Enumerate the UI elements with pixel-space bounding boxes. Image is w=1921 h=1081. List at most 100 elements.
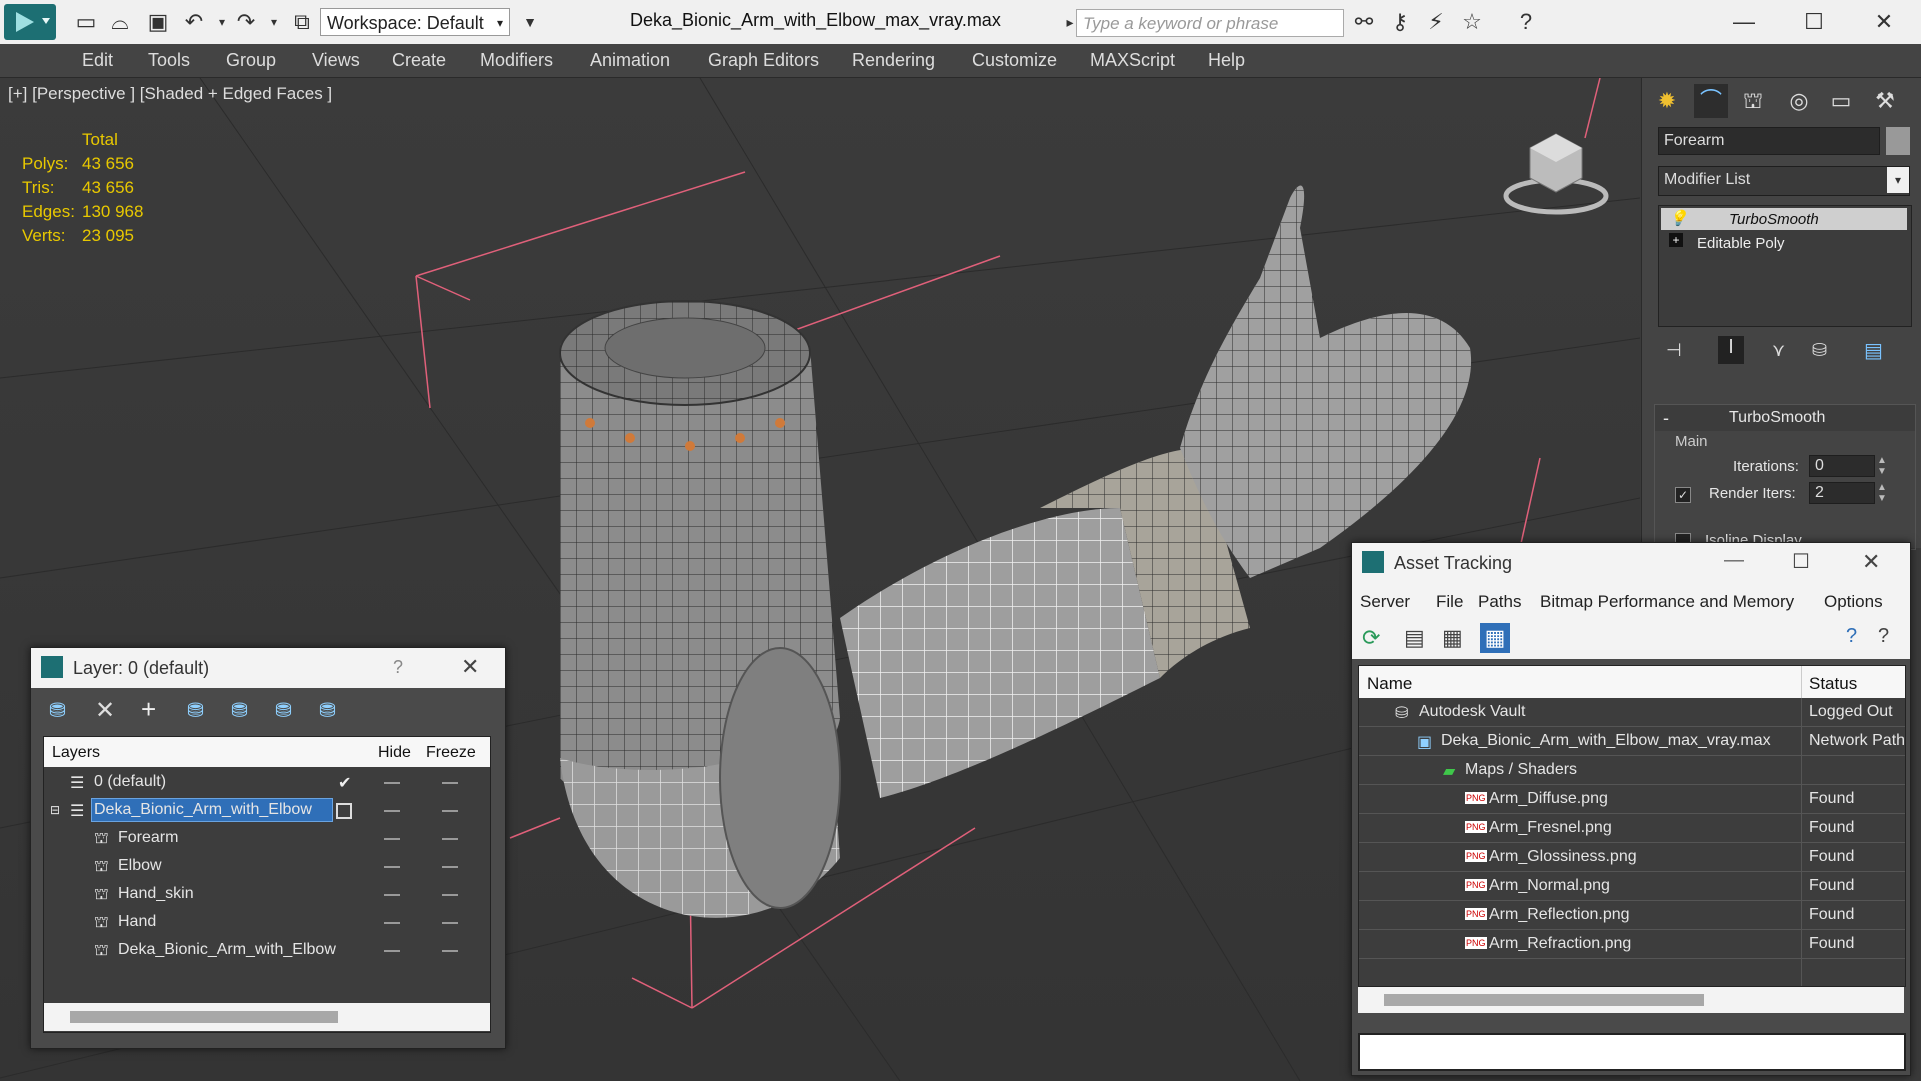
hide-toggle[interactable] — [384, 838, 400, 840]
menu-animation[interactable]: Animation — [590, 50, 670, 71]
menu-create[interactable]: Create — [392, 50, 446, 71]
hide-toggle[interactable] — [384, 782, 400, 784]
select-objects-icon[interactable]: ⛃ — [187, 698, 204, 723]
asset-row[interactable]: ⛁ Autodesk Vault Logged Out — [1359, 698, 1905, 727]
pin-stack-icon[interactable]: ⊣ — [1666, 340, 1682, 361]
spinner-arrows-icon[interactable]: ▲ ▼ — [1877, 482, 1887, 504]
object-name-field[interactable]: Forearm — [1658, 127, 1880, 155]
create-tab-icon[interactable]: ✹ — [1650, 84, 1684, 118]
lightbulb-icon[interactable]: 💡 — [1669, 209, 1688, 227]
freeze-toggle[interactable] — [442, 922, 458, 924]
freeze-toggle[interactable] — [442, 950, 458, 952]
refresh-icon[interactable]: ⟳ — [1362, 625, 1380, 651]
asset-row[interactable]: PNG Arm_Glossiness.png Found — [1359, 843, 1905, 872]
asset-row[interactable]: PNG Arm_Reflection.png Found — [1359, 901, 1905, 930]
asset-dialog-titlebar[interactable]: Asset Tracking — ☐ ✕ — [1352, 543, 1910, 583]
expand-plus-icon[interactable]: + — [1669, 233, 1683, 247]
maximize-icon[interactable]: ☐ — [1792, 549, 1810, 574]
object-color-swatch[interactable] — [1886, 127, 1910, 155]
menu-help[interactable]: Help — [1208, 50, 1245, 71]
collapse-minus-icon[interactable]: ⊟ — [50, 803, 60, 817]
hide-toggle[interactable] — [384, 810, 400, 812]
menu-maxscript[interactable]: MAXScript — [1090, 50, 1175, 71]
column-layers[interactable]: Layers — [52, 744, 100, 762]
help-icon[interactable]: ? — [393, 657, 403, 678]
undo-icon[interactable]: ↶ — [180, 8, 208, 36]
rollout-header[interactable]: - TurboSmooth — [1655, 405, 1915, 431]
layer-row[interactable]: ⊟ ☰ Deka_Bionic_Arm_with_Elbow — [44, 796, 490, 824]
freeze-all-icon[interactable]: ⛃ — [319, 698, 336, 723]
modify-tab-icon[interactable]: ⌒ — [1694, 84, 1728, 118]
layer-row[interactable]: ⛫ Elbow — [44, 852, 490, 880]
column-hide[interactable]: Hide — [378, 744, 411, 762]
menu-server[interactable]: Server — [1360, 592, 1410, 612]
spinner-arrows-icon[interactable]: ▲ ▼ — [1877, 455, 1887, 477]
utilities-tab-icon[interactable]: ⚒ — [1868, 84, 1902, 118]
motion-tab-icon[interactable]: ◎ — [1782, 84, 1816, 118]
workspace-dropdown[interactable]: Workspace: Default ▾ — [320, 8, 510, 36]
favorites-star-icon[interactable]: ☆ — [1458, 8, 1486, 36]
list-view-icon[interactable]: ▤ — [1404, 625, 1425, 651]
hide-toggle[interactable] — [384, 866, 400, 868]
binoculars-icon[interactable]: ⚯ — [1350, 8, 1378, 36]
menu-customize[interactable]: Customize — [972, 50, 1057, 71]
menu-views[interactable]: Views — [312, 50, 360, 71]
remove-modifier-icon[interactable]: ⛁ — [1812, 340, 1827, 361]
hierarchy-tab-icon[interactable]: ⛫ — [1736, 84, 1770, 118]
search-input[interactable]: Type a keyword or phrase — [1076, 9, 1344, 37]
workspace-menu-icon[interactable]: ▼ — [516, 8, 544, 36]
menu-bitmap-performance[interactable]: Bitmap Performance and Memory — [1540, 592, 1794, 612]
menu-paths[interactable]: Paths — [1478, 592, 1521, 612]
current-layer-check-icon[interactable]: ✔ — [338, 773, 351, 793]
redo-dropdown-icon[interactable]: ▾ — [260, 8, 288, 36]
menu-tools[interactable]: Tools — [148, 50, 190, 71]
modifier-stack-item[interactable]: + Editable Poly — [1661, 232, 1907, 254]
menu-rendering[interactable]: Rendering — [852, 50, 935, 71]
column-name[interactable]: Name — [1367, 674, 1412, 694]
add-to-layer-icon[interactable]: + — [141, 694, 156, 725]
asset-row[interactable]: PNG Arm_Fresnel.png Found — [1359, 814, 1905, 843]
table-view-icon[interactable]: ▦ — [1480, 623, 1510, 653]
layer-dialog-titlebar[interactable]: Layer: 0 (default) ? ✕ — [31, 648, 505, 688]
layer-row[interactable]: ⛫ Hand — [44, 908, 490, 936]
column-freeze[interactable]: Freeze — [426, 744, 476, 762]
asset-row[interactable]: PNG Arm_Diffuse.png Found — [1359, 785, 1905, 814]
open-folder-icon[interactable]: ⌓ — [106, 8, 134, 36]
freeze-toggle[interactable] — [442, 866, 458, 868]
configure-sets-icon[interactable]: ▤ — [1864, 338, 1883, 363]
show-end-result-icon[interactable]: Ι — [1718, 336, 1744, 364]
asset-row[interactable]: ▣ Deka_Bionic_Arm_with_Elbow_max_vray.ma… — [1359, 727, 1905, 756]
horizontal-scrollbar[interactable] — [1358, 987, 1904, 1013]
hide-toggle[interactable] — [384, 922, 400, 924]
layer-row[interactable]: ⛫ Deka_Bionic_Arm_with_Elbow — [44, 936, 490, 964]
column-status[interactable]: Status — [1809, 674, 1857, 694]
freeze-toggle[interactable] — [442, 838, 458, 840]
menu-edit[interactable]: Edit — [82, 50, 113, 71]
menu-options[interactable]: Options — [1824, 592, 1883, 612]
scrollbar-thumb[interactable] — [70, 1011, 338, 1023]
render-iters-spinner[interactable]: 2 — [1809, 482, 1875, 504]
freeze-toggle[interactable] — [442, 782, 458, 784]
iterations-spinner[interactable]: 0 — [1809, 455, 1875, 477]
help-icon[interactable]: ? — [1878, 625, 1889, 648]
key-icon[interactable]: ⚷ — [1386, 8, 1414, 36]
asset-row[interactable]: ▰ Maps / Shaders — [1359, 756, 1905, 785]
freeze-toggle[interactable] — [442, 894, 458, 896]
modifier-list-dropdown[interactable]: Modifier List ▾ — [1658, 166, 1910, 196]
redo-icon[interactable]: ↷ — [232, 8, 260, 36]
create-layer-icon[interactable]: ⛃ — [49, 698, 66, 723]
hide-toggle[interactable] — [384, 894, 400, 896]
close-window-icon[interactable]: ✕ — [1870, 8, 1898, 36]
vault-help-icon[interactable]: ? — [1846, 625, 1857, 648]
communication-icon[interactable]: ⚡ — [1422, 8, 1450, 36]
layer-row[interactable]: ⛫ Hand_skin — [44, 880, 490, 908]
hide-toggle[interactable] — [384, 950, 400, 952]
save-icon[interactable]: ▣ — [144, 8, 172, 36]
current-layer-box[interactable] — [336, 803, 352, 819]
asset-row[interactable]: PNG Arm_Normal.png Found — [1359, 872, 1905, 901]
column-divider[interactable] — [1801, 666, 1802, 698]
minimize-icon[interactable]: — — [1724, 549, 1744, 572]
modifier-stack-item[interactable]: 💡 TurboSmooth — [1661, 208, 1907, 230]
asset-path-field[interactable] — [1358, 1033, 1906, 1071]
layer-row[interactable]: ⛫ Forearm — [44, 824, 490, 852]
